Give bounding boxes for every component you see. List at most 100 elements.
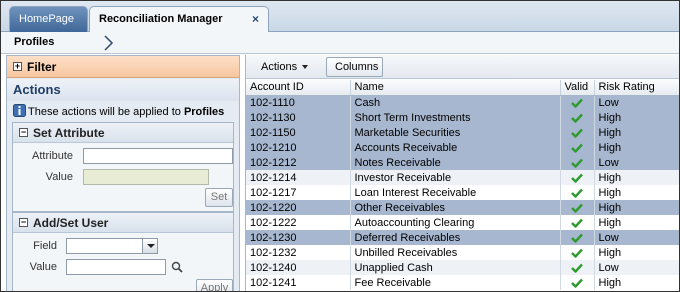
collapse-icon[interactable]: − bbox=[19, 128, 28, 137]
table-row[interactable]: 102-1217 Loan Interest Receivable High bbox=[246, 185, 679, 200]
table-row[interactable]: 102-1241 Fee Receivable High bbox=[246, 275, 679, 290]
cell-account-id: 102-1241 bbox=[246, 275, 351, 290]
filter-header[interactable]: + Filter bbox=[7, 56, 239, 78]
cell-account-id: 102-1222 bbox=[246, 215, 351, 230]
cell-valid bbox=[560, 245, 595, 260]
table-row[interactable]: 102-1232 Unbilled Receivables High bbox=[246, 245, 679, 260]
checkmark-icon bbox=[571, 263, 583, 273]
checkmark-icon bbox=[571, 143, 583, 153]
chevron-down-icon[interactable] bbox=[142, 239, 157, 253]
attribute-value-input[interactable] bbox=[83, 169, 209, 185]
table-row[interactable]: 102-1222 Autoaccounting Clearing High bbox=[246, 215, 679, 230]
value-label: Value bbox=[45, 171, 73, 183]
column-header-valid[interactable]: Valid bbox=[560, 80, 595, 96]
add-set-user-header[interactable]: − Add/Set User bbox=[13, 213, 233, 233]
cell-name: Marketable Securities bbox=[350, 125, 561, 140]
cell-name: Accounts Receivable bbox=[350, 140, 561, 155]
cell-risk-rating: High bbox=[594, 245, 679, 260]
chevron-right-icon[interactable] bbox=[101, 34, 115, 52]
actions-menu-button[interactable]: Actions bbox=[252, 57, 320, 77]
cell-valid bbox=[560, 215, 595, 230]
expand-icon[interactable]: + bbox=[13, 62, 22, 71]
user-value-input[interactable] bbox=[66, 259, 166, 275]
search-icon[interactable] bbox=[171, 261, 183, 273]
cell-risk-rating: Low bbox=[594, 230, 679, 245]
checkmark-icon bbox=[571, 188, 583, 198]
set-button[interactable]: Set bbox=[205, 188, 233, 207]
set-attribute-section: − Set Attribute Attribute Value Set bbox=[12, 122, 234, 212]
table-row[interactable]: 102-1214 Investor Receivable High bbox=[246, 170, 679, 185]
close-icon[interactable]: × bbox=[252, 7, 259, 31]
cell-account-id: 102-1240 bbox=[246, 260, 351, 275]
cell-account-id: 102-1212 bbox=[246, 155, 351, 170]
checkmark-icon bbox=[571, 98, 583, 108]
cell-name: Cash bbox=[350, 95, 561, 110]
table-row[interactable]: 102-1130 Short Term Investments High bbox=[246, 110, 679, 125]
cell-risk-rating: High bbox=[594, 140, 679, 155]
cell-risk-rating: High bbox=[594, 170, 679, 185]
cell-risk-rating: Low bbox=[594, 260, 679, 275]
checkmark-icon bbox=[571, 158, 583, 168]
cell-risk-rating: Low bbox=[594, 95, 679, 110]
checkmark-icon bbox=[571, 233, 583, 243]
cell-valid bbox=[560, 230, 595, 245]
cell-valid bbox=[560, 95, 595, 110]
columns-button[interactable]: Columns bbox=[326, 57, 383, 77]
actions-panel: + Filter Actions These actions will be a… bbox=[6, 55, 240, 291]
set-attribute-header[interactable]: − Set Attribute bbox=[13, 123, 233, 143]
user-value-label: Value bbox=[29, 261, 57, 273]
table-row[interactable]: 102-1212 Notes Receivable Low bbox=[246, 155, 679, 170]
actions-info: These actions will be applied to Profile… bbox=[13, 104, 224, 118]
filter-label: Filter bbox=[27, 60, 57, 74]
column-header-name[interactable]: Name bbox=[350, 80, 561, 96]
tab-reconciliation-manager[interactable]: Reconciliation Manager × bbox=[89, 6, 269, 33]
table-row[interactable]: 102-1210 Accounts Receivable High bbox=[246, 140, 679, 155]
apply-button[interactable]: Apply bbox=[196, 279, 233, 291]
cell-account-id: 102-1110 bbox=[246, 95, 351, 110]
info-icon bbox=[13, 104, 26, 117]
collapse-icon[interactable]: − bbox=[19, 218, 28, 227]
table-body: 102-1110 Cash Low 102-1130 Short Term Invest… bbox=[246, 95, 679, 290]
cell-risk-rating: High bbox=[594, 125, 679, 140]
grid-toolbar: Actions Columns bbox=[246, 55, 679, 79]
tab-reconciliation-manager-label: Reconciliation Manager bbox=[99, 13, 223, 25]
cell-name: Investor Receivable bbox=[350, 170, 561, 185]
checkmark-icon bbox=[571, 248, 583, 258]
cell-name: Notes Receivable bbox=[350, 155, 561, 170]
table-row[interactable]: 102-1220 Other Receivables High bbox=[246, 200, 679, 215]
cell-valid bbox=[560, 125, 595, 140]
table-row[interactable]: 102-1240 Unapplied Cash Low bbox=[246, 260, 679, 275]
table-row[interactable]: 102-1110 Cash Low bbox=[246, 95, 679, 110]
cell-name: Deferred Receivables bbox=[350, 230, 561, 245]
breadcrumb-profiles[interactable]: Profiles bbox=[14, 36, 54, 48]
column-header-account-id[interactable]: Account ID bbox=[246, 80, 351, 96]
cell-account-id: 102-1232 bbox=[246, 245, 351, 260]
cell-risk-rating: Low bbox=[594, 155, 679, 170]
cell-risk-rating: High bbox=[594, 110, 679, 125]
cell-account-id: 102-1230 bbox=[246, 230, 351, 245]
cell-risk-rating: High bbox=[594, 215, 679, 230]
cell-account-id: 102-1130 bbox=[246, 110, 351, 125]
cell-valid bbox=[560, 110, 595, 125]
column-header-risk-rating[interactable]: Risk Rating bbox=[594, 80, 679, 96]
tab-homepage[interactable]: HomePage bbox=[9, 6, 88, 32]
table-header-row: Account ID Name Valid Risk Rating bbox=[246, 80, 679, 96]
cell-name: Short Term Investments bbox=[350, 110, 561, 125]
attribute-label: Attribute bbox=[32, 150, 73, 162]
field-select[interactable] bbox=[66, 238, 158, 254]
cell-valid bbox=[560, 185, 595, 200]
cell-valid bbox=[560, 200, 595, 215]
field-label: Field bbox=[33, 240, 57, 252]
cell-name: Unapplied Cash bbox=[350, 260, 561, 275]
profiles-table: Account ID Name Valid Risk Rating 102-11… bbox=[246, 80, 679, 290]
cell-name: Unbilled Receivables bbox=[350, 245, 561, 260]
attribute-input[interactable] bbox=[83, 148, 233, 164]
checkmark-icon bbox=[571, 128, 583, 138]
checkmark-icon bbox=[571, 173, 583, 183]
tab-homepage-label: HomePage bbox=[19, 13, 75, 25]
cell-valid bbox=[560, 140, 595, 155]
table-row[interactable]: 102-1150 Marketable Securities High bbox=[246, 125, 679, 140]
cell-valid bbox=[560, 260, 595, 275]
cell-account-id: 102-1220 bbox=[246, 200, 351, 215]
table-row[interactable]: 102-1230 Deferred Receivables Low bbox=[246, 230, 679, 245]
